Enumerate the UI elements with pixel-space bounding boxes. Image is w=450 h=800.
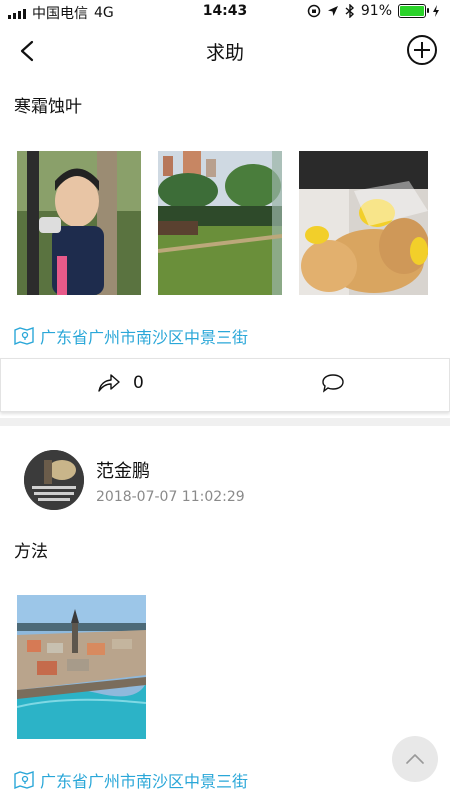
location-arrow-icon xyxy=(327,6,338,16)
post-image-garden[interactable] xyxy=(158,151,282,295)
post-separator xyxy=(0,418,450,426)
location-link[interactable]: 广东省广州市南沙区中景三街 xyxy=(14,324,248,348)
battery-percent: 91% xyxy=(360,3,392,19)
avatar[interactable] xyxy=(24,450,84,510)
post-text: 方法 xyxy=(14,542,48,562)
share-icon xyxy=(98,374,120,392)
orientation-lock-icon xyxy=(307,4,321,18)
share-button[interactable]: 0 xyxy=(97,373,144,393)
status-right: 91% xyxy=(307,3,440,19)
post-image-child[interactable] xyxy=(17,151,141,295)
chevron-up-icon xyxy=(406,754,424,764)
city-river-photo xyxy=(17,595,146,739)
map-location-icon xyxy=(14,771,34,789)
scroll-top-button[interactable] xyxy=(392,736,438,782)
nav-bar: 求助 xyxy=(0,26,450,76)
comment-button[interactable] xyxy=(321,373,345,397)
post-text: 寒霜蚀叶 xyxy=(14,97,82,117)
page-title: 求助 xyxy=(205,42,244,64)
location-text: 广东省广州市南沙区中景三街 xyxy=(40,772,249,791)
location-link[interactable]: 广东省广州市南沙区中景三街 xyxy=(14,768,248,792)
battery-icon xyxy=(398,4,429,18)
share-count: 0 xyxy=(133,373,144,393)
child-photo xyxy=(17,151,141,295)
map-location-icon xyxy=(14,327,34,345)
pastry-photo xyxy=(299,151,428,295)
charging-icon xyxy=(433,5,439,17)
author-name[interactable]: 范金鹏 xyxy=(96,457,150,483)
post-image-city[interactable] xyxy=(17,595,146,739)
post-timestamp: 2018-07-07 11:02:29 xyxy=(96,489,245,505)
bluetooth-icon xyxy=(345,4,354,18)
post-image-pastry[interactable] xyxy=(299,151,428,295)
comment-icon xyxy=(322,374,344,393)
location-text: 广东省广州市南沙区中景三街 xyxy=(40,328,249,347)
status-bar: 中国电信 4G 14:43 91% xyxy=(0,0,450,26)
add-circle-icon[interactable] xyxy=(406,34,438,66)
avatar-image xyxy=(24,450,84,510)
garden-photo xyxy=(158,151,282,295)
post-action-bar: 0 xyxy=(0,358,450,412)
